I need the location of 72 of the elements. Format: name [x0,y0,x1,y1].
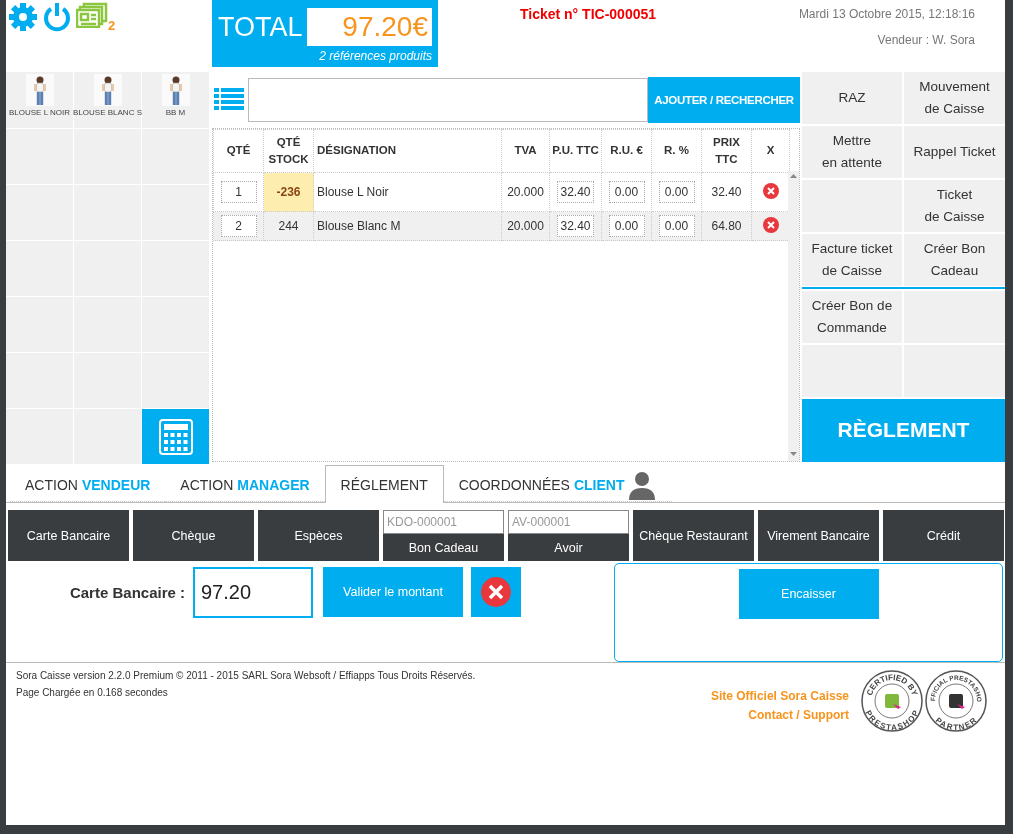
remove-icon[interactable] [762,182,779,199]
total-label: TOTAL [218,11,304,43]
settings-icon[interactable] [8,2,38,32]
code-field[interactable]: AV-000001 [508,510,629,534]
action-button[interactable]: Créer Bon Cadeau [904,234,1005,286]
action-button[interactable]: Mouvement de Caisse [904,72,1005,124]
table-input[interactable]: 32.40 [557,181,594,203]
remove-icon[interactable] [762,216,779,233]
tab[interactable]: COORDONNÉES CLIENT [443,468,672,502]
close-icon [480,576,512,608]
action-button[interactable]: Mettre en attente [802,126,902,178]
vendor-name: Vendeur : W. Sora [877,33,975,47]
column-header: QTÉ STOCK [263,129,314,173]
column-header: P.U. TTC [549,129,602,173]
column-header: QTÉ [213,129,264,173]
tab[interactable]: RÉGLEMENT [324,465,444,503]
table-input[interactable]: 32.40 [557,215,594,237]
total-amount: 97.20€ [306,8,432,46]
column-header: PRIX TTC [701,129,752,173]
column-header: R.U. € [601,129,652,173]
table-input[interactable]: 2 [220,215,257,237]
table-cell: -236 [263,172,314,212]
product-tile[interactable]: BLOUSE L NOIR [6,72,73,128]
table-cell: 32.40 [701,172,752,212]
payment-method-button[interactable]: Chèque Restaurant [633,510,754,561]
references-count: 2 références produits [318,49,432,63]
calculator-icon [158,418,193,455]
action-button[interactable]: Ticket de Caisse [904,180,1005,232]
amount-label: Carte Bancaire : [68,583,185,601]
ticket-number: Ticket n° TIC-000051 [519,6,657,22]
table-cell: Blouse Blanc M [313,211,502,241]
table-input[interactable]: 0.00 [658,215,695,237]
cancel-button[interactable] [471,567,521,617]
column-header: X [751,129,790,173]
calculator-button[interactable] [142,409,209,464]
table-input[interactable]: 1 [220,181,257,203]
product-tile[interactable]: BLOUSE BLANC S [74,72,141,128]
tab[interactable]: ACTION MANAGER [165,468,325,502]
receipts-icon[interactable] [76,2,108,28]
code-field[interactable]: KDO-000001 [383,510,504,534]
product-tile[interactable]: BB M [142,72,209,128]
search-field[interactable] [248,78,648,122]
list-icon[interactable] [214,88,244,112]
notification-count: 2 [108,18,116,33]
action-button[interactable]: Rappel Ticket [904,126,1005,178]
table-input[interactable]: 0.00 [658,181,695,203]
action-button[interactable]: Facture ticket de Caisse [802,234,902,286]
payment-method-button[interactable]: Carte Bancaire [8,510,129,561]
column-header: TVA [501,129,550,173]
copyright-text: Sora Caisse version 2.2.0 Premium © 2011 - 2015 SARL Sora Websoft / Effiapps Tous Droits Réservés. [16,670,476,681]
power-icon[interactable] [42,2,72,32]
payment-method-button[interactable]: Crédit [883,510,1004,561]
date-time: Mardi 13 Octobre 2015, 12:18:16 [798,7,975,21]
payment-method-button[interactable]: Virement Bancaire [758,510,879,561]
table-input[interactable]: 0.00 [608,181,645,203]
load-time-text: Page Chargée en 0.168 secondes [16,687,168,698]
table-input[interactable]: 0.00 [608,215,645,237]
tab[interactable]: ACTION VENDEUR [10,468,166,502]
payment-method-button[interactable]: Espèces [258,510,379,561]
table-cell: Blouse L Noir [313,172,502,212]
scrollbar[interactable] [788,171,799,461]
action-button[interactable]: Créer Bon de Commande [802,290,902,343]
action-button[interactable]: RAZ [802,72,902,124]
amount-field[interactable]: 97.20 [193,566,313,618]
column-header: R. % [651,129,702,173]
scroll-down-icon[interactable] [788,449,799,459]
payment-method-button[interactable]: Bon Cadeau [383,534,504,561]
table-cell: 20.000 [501,172,550,212]
payment-method-button[interactable]: Chèque [133,510,254,561]
payment-method-button[interactable]: Avoir [508,534,629,561]
column-header: DÉSIGNATION [313,129,502,173]
scroll-up-icon[interactable] [788,171,799,181]
